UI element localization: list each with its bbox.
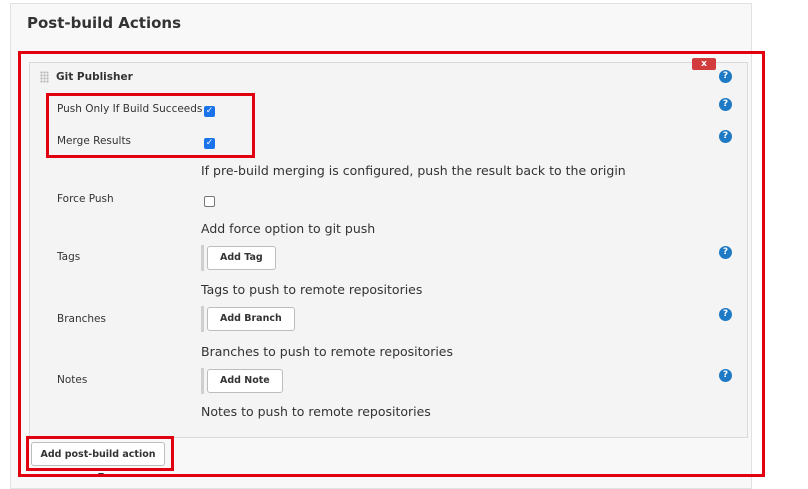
highlight-frame-add-action [26, 436, 174, 471]
section-title: Post-build Actions [27, 14, 182, 32]
highlight-frame-checkboxes [46, 93, 255, 158]
